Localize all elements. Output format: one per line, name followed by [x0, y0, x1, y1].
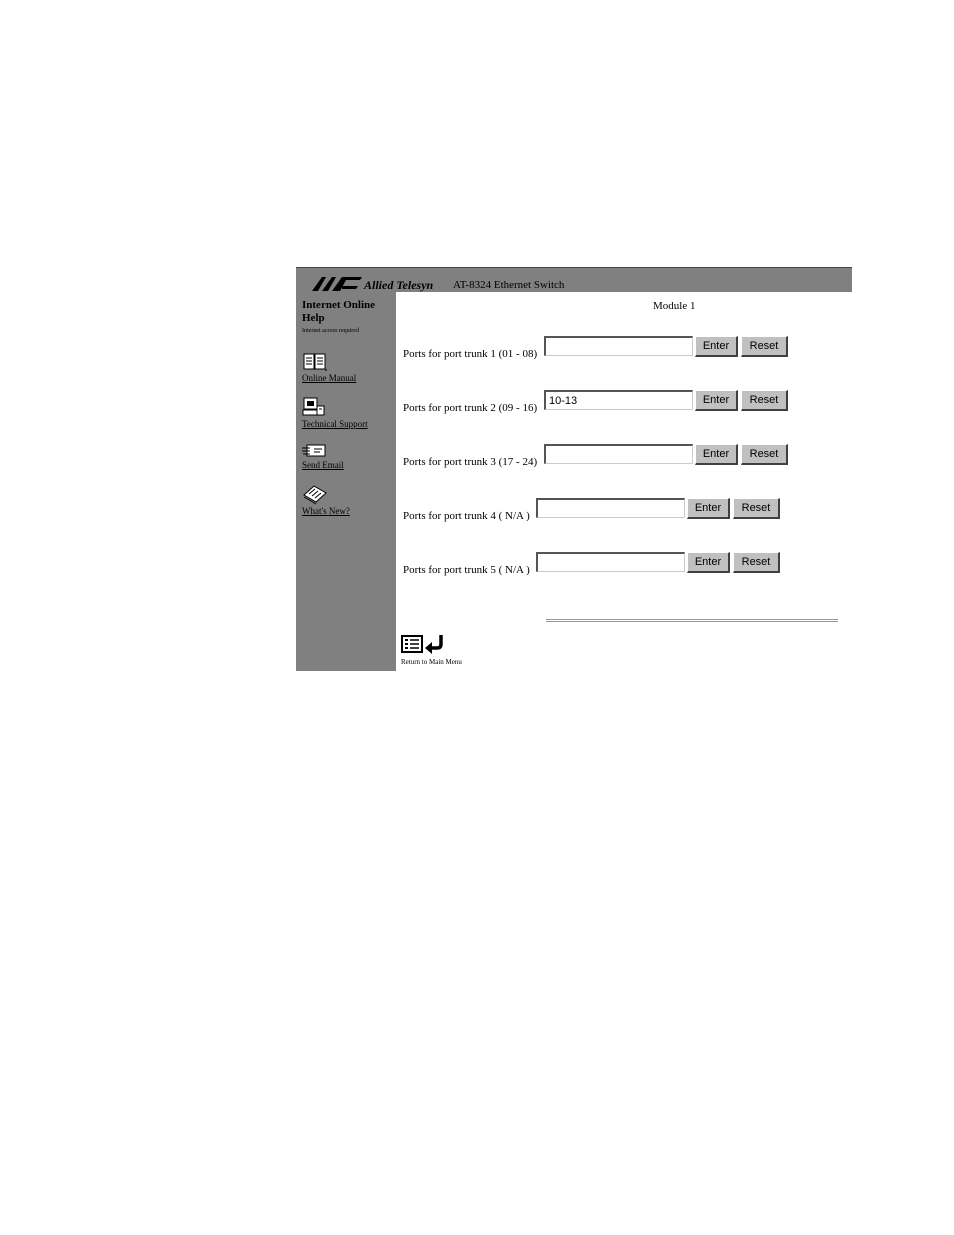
- trunk-row-1: Ports for port trunk 1 (01 - 08) Enter R…: [396, 336, 852, 360]
- online-manual-label: Online Manual: [302, 373, 357, 383]
- header-bar: Allied Telesyn AT-8324 Ethernet Switch: [296, 267, 852, 292]
- trunk-3-input[interactable]: [544, 444, 693, 464]
- trunk-1-label: Ports for port trunk 1 (01 - 08): [403, 348, 538, 360]
- online-manual-link[interactable]: Online Manual: [302, 352, 356, 383]
- trunk-5-reset-button[interactable]: Reset: [733, 552, 780, 573]
- brand-name: Allied Telesyn: [364, 278, 434, 292]
- trunk-1-input[interactable]: [544, 336, 693, 356]
- sidebar: Internet Online Help Internet access req…: [296, 292, 396, 671]
- support-icon: [302, 397, 325, 416]
- whats-new-link[interactable]: What's New?: [302, 483, 350, 516]
- technical-support-link[interactable]: Technical Support: [302, 396, 368, 429]
- trunk-3-enter-button[interactable]: Enter: [695, 444, 738, 465]
- trunk-row-3: Ports for port trunk 3 (17 - 24) Enter R…: [396, 444, 852, 468]
- trunk-3-label: Ports for port trunk 3 (17 - 24): [403, 456, 538, 468]
- trunk-2-input[interactable]: [544, 390, 693, 410]
- technical-support-label: Technical Support: [302, 419, 368, 429]
- trunk-2-enter-button[interactable]: Enter: [695, 390, 738, 411]
- whats-new-label: What's New?: [302, 506, 350, 516]
- product-name: AT-8324 Ethernet Switch: [453, 279, 565, 291]
- sidebar-note: Internet access required: [302, 328, 359, 334]
- envelope-icon: [302, 444, 326, 457]
- trunk-3-reset-button[interactable]: Reset: [741, 444, 788, 465]
- trunk-5-enter-button[interactable]: Enter: [687, 552, 730, 573]
- module-title: Module 1: [653, 300, 696, 312]
- trunk-4-input[interactable]: [536, 498, 685, 518]
- trunk-1-reset-button[interactable]: Reset: [741, 336, 788, 357]
- main-menu-return-icon: [401, 635, 443, 654]
- return-to-main-menu-label: Return to Main Menu: [401, 658, 462, 666]
- trunk-2-reset-button[interactable]: Reset: [741, 390, 788, 411]
- divider: [546, 619, 838, 621]
- return-to-main-menu-link[interactable]: [401, 634, 447, 654]
- trunk-5-label: Ports for port trunk 5 ( N/A ): [403, 564, 530, 576]
- trunk-4-label: Ports for port trunk 4 ( N/A ): [403, 510, 530, 522]
- trunk-row-2: Ports for port trunk 2 (09 - 16) Enter R…: [396, 390, 852, 414]
- trunk-4-reset-button[interactable]: Reset: [733, 498, 780, 519]
- main-content: Module 1 Ports for port trunk 1 (01 - 08…: [396, 292, 852, 671]
- allied-telesyn-logo-icon: [312, 277, 362, 291]
- send-email-label: Send Email: [302, 460, 344, 470]
- book-icon: [303, 353, 327, 371]
- trunk-2-label: Ports for port trunk 2 (09 - 16): [403, 402, 538, 414]
- browser-window: Allied Telesyn AT-8324 Ethernet Switch I…: [296, 267, 852, 671]
- trunk-row-4: Ports for port trunk 4 ( N/A ) Enter Res…: [396, 498, 852, 522]
- send-email-link[interactable]: Send Email: [302, 443, 344, 470]
- news-icon: [303, 485, 327, 505]
- trunk-4-enter-button[interactable]: Enter: [687, 498, 730, 519]
- trunk-1-enter-button[interactable]: Enter: [695, 336, 738, 357]
- trunk-5-input[interactable]: [536, 552, 685, 572]
- trunk-row-5: Ports for port trunk 5 ( N/A ) Enter Res…: [396, 552, 852, 576]
- sidebar-title: Internet Online Help: [302, 299, 376, 324]
